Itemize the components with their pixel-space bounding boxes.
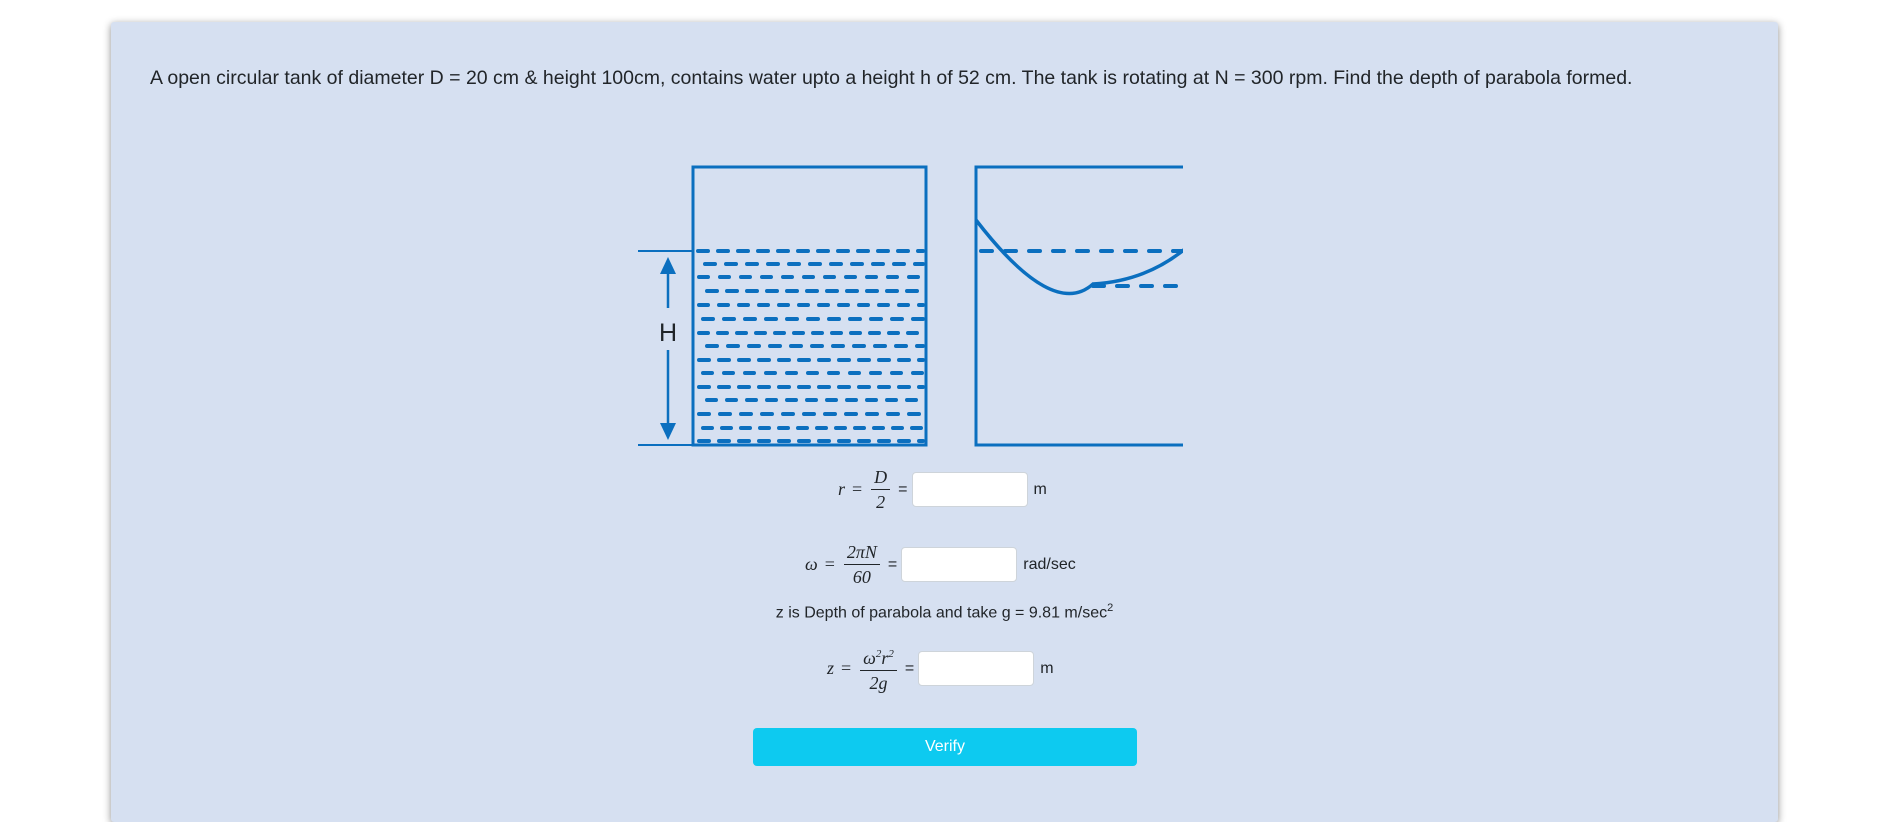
radius-symbol: r [838, 479, 846, 499]
radius-row: r = D 2 = m [838, 467, 1047, 512]
depth-formula: z = ω2r2 2g [827, 644, 899, 693]
radius-numerator: D [871, 467, 891, 490]
problem-card: A open circular tank of diameter D = 20 … [111, 22, 1778, 822]
depth-denominator: 2g [869, 673, 888, 693]
gravity-note-text: z is Depth of parabola and take g = 9.81… [775, 604, 1108, 622]
depth-row: z = ω2r2 2g = m [827, 644, 1054, 693]
tank-diagram-svg: H Z [638, 165, 1281, 447]
omega-denominator: 60 [852, 567, 871, 587]
rotating-tank [974, 165, 1211, 447]
omega-input[interactable] [901, 547, 1018, 582]
depth-input[interactable] [918, 651, 1035, 686]
water-pattern [696, 249, 925, 443]
radius-input[interactable] [911, 472, 1028, 507]
omega-unit: rad/sec [1023, 555, 1076, 573]
omega-row: ω = 2πN 60 = rad/sec [805, 542, 1076, 587]
depth-symbol: z [827, 658, 835, 678]
arrow-down-icon [660, 423, 676, 440]
radius-unit: m [1033, 480, 1047, 498]
depth-numerator: ω2r2 [860, 644, 897, 671]
arrow-up-icon [660, 257, 676, 274]
omega-numerator: 2πN [843, 542, 880, 565]
parabola-curve [974, 218, 1211, 296]
depth-unit: m [1040, 659, 1054, 677]
radius-denominator: 2 [876, 492, 886, 512]
question-text: A open circular tank of diameter D = 20 … [150, 67, 1633, 89]
omega-symbol: ω [805, 554, 818, 574]
tank-diagram: H Z [623, 140, 1281, 457]
verify-button[interactable]: Verify [753, 728, 1137, 766]
height-label: H [659, 319, 677, 347]
radius-formula: r = D 2 [838, 467, 892, 512]
gravity-note-exponent: 2 [1107, 602, 1114, 614]
gravity-note: z is Depth of parabola and take g = 9.81… [111, 602, 1778, 622]
omega-formula: ω = 2πN 60 [805, 542, 882, 587]
